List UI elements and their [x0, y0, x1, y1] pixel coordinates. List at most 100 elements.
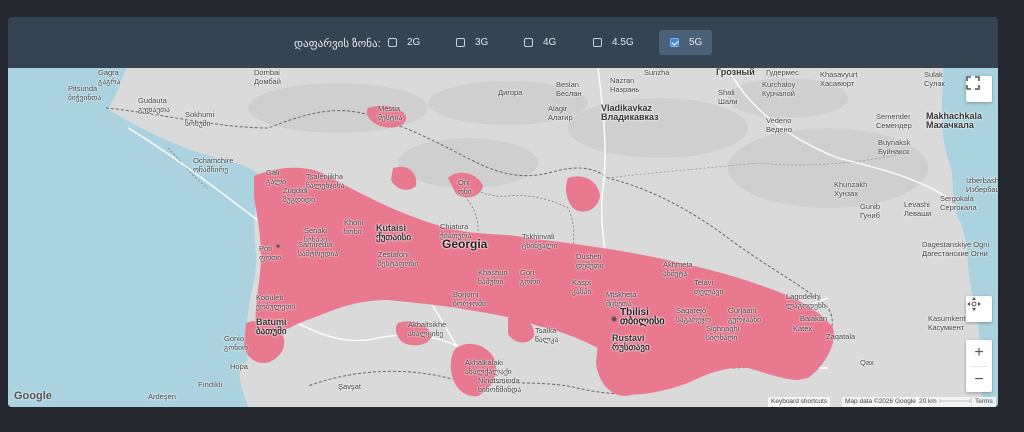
camera-move-icon [967, 297, 981, 311]
place-label: Gudauta გუდაუთა [138, 96, 170, 114]
place-label: Dusheti დუშეთი [576, 252, 604, 270]
place-label: Kurchaloy Курчалой [762, 80, 796, 98]
place-label: Rustavi რუსთავი [612, 333, 650, 352]
coverage-filter-label: დაფარვის ზონა: [294, 38, 381, 50]
place-label: Sighnaghi სიღნაღი [706, 324, 740, 342]
filter-option-label: 4.5G [612, 37, 634, 48]
place-label: Zestafoni ზესტაფონი [378, 250, 419, 268]
place-label: Tskhinvali ცხინვალი [522, 232, 558, 250]
fullscreen-icon [966, 76, 980, 90]
place-label: Ochamchire ოჩამჩირე [193, 156, 234, 174]
checkbox-4g[interactable] [524, 38, 533, 47]
place-label: Makhachkala Махачкала [926, 111, 983, 130]
checkbox-4-5g[interactable] [593, 38, 602, 47]
place-label: Oni ონი [458, 178, 472, 196]
place-label: Kaspi კასპი [572, 278, 592, 296]
place-label: Shali Шали [718, 88, 738, 106]
map-canvas [8, 68, 998, 407]
filter-option-label: 2G [407, 37, 421, 48]
checkbox-2g[interactable] [388, 38, 397, 47]
place-label: Gurjaani გურჯაანი [728, 306, 762, 324]
place-label: Pitsunda ბიჭვინთა [68, 84, 102, 102]
filter-option-label: 4G [543, 37, 557, 48]
place-label: Levashi Леваши [904, 200, 932, 218]
place-label: Alagir Алагир [548, 104, 573, 122]
place-label: Fındıklı [198, 380, 223, 389]
place-label: Gori გორი [520, 268, 541, 286]
place-label: Sagarejo საგარეჯო [676, 306, 711, 324]
place-label: Nazran Назрань [610, 76, 640, 94]
place-label: Qax [860, 358, 874, 367]
zoom-controls: + − [966, 340, 992, 392]
place-label: Akhmeta ახმეტა [663, 260, 693, 278]
filter-option-4-5g[interactable]: 4.5G [593, 30, 645, 55]
coverage-filter-bar: დაფარვის ზონა: 2G 3G 4G 4.5G 5G [8, 17, 998, 68]
camera-control-button[interactable] [966, 296, 992, 322]
place-label: Zaqatala [826, 332, 856, 341]
place-label: Kasumkent Касумкент [928, 314, 966, 332]
country-label: Georgia [442, 237, 488, 251]
capital-dot [611, 316, 617, 322]
place-label: Ninotsminda ნინოწმინდა [478, 376, 522, 394]
place-label: Borjomi ბორჯომი [453, 290, 486, 308]
place-label: Дигора [498, 88, 523, 97]
capital-label: Tbilisi თბილისი [620, 307, 665, 327]
place-label: Sunzha [644, 68, 670, 77]
place-label: Gali გალი [266, 168, 287, 186]
filter-option-label: 5G [689, 37, 703, 48]
checkbox-3g[interactable] [456, 38, 465, 47]
place-label: Vedeno Ведено [766, 116, 792, 134]
place-label: Гудермес [766, 68, 799, 77]
checkbox-5g[interactable] [670, 38, 679, 47]
place-label: Sergokala Сергокала [940, 194, 977, 212]
place-label: Beslan Беслан [556, 80, 582, 98]
place-label: Lagodekhi ლაგოდეხი [786, 292, 826, 310]
place-label: Vladikavkaz Владикавказ [601, 103, 659, 122]
place-label: Kutaisi ქუთაისი [376, 223, 412, 242]
place-label: Dombai Домбай [254, 68, 281, 86]
place-label: Gunib Гуниб [860, 202, 881, 220]
place-label: Ardeşen [148, 392, 176, 401]
place-label: Akhalkalaki ახალქალაქი [465, 358, 512, 376]
place-label: Zugdidi ზუგდიდი [283, 186, 316, 204]
place-label: Tsalka წალკა [535, 326, 559, 344]
zoom-out-button[interactable]: − [966, 367, 992, 392]
place-label: Balakan [800, 314, 828, 323]
place-label: IzberbashИзбербаш [966, 176, 998, 194]
place-label: Semender Семендер [876, 112, 912, 130]
place-label: Şavşat [338, 382, 361, 391]
place-label: Khoni ხონი [344, 218, 364, 236]
place-label: Gagra გაგრა [98, 68, 121, 86]
coverage-panel: დაფარვის ზონა: 2G 3G 4G 4.5G 5G Gagra გა… [8, 17, 998, 407]
place-label: Gonio გონიო [224, 334, 248, 352]
keyboard-shortcuts-link[interactable]: Keyboard shortcuts [768, 397, 831, 407]
place-label: Sulak Сулак [924, 70, 945, 88]
scale-label[interactable]: 20 km [916, 397, 971, 407]
place-label: Sokhumi სოხუმი [185, 110, 215, 128]
place-label: Samtredia სამტრედია [298, 240, 339, 258]
place-label: Khashuri ხაშური [478, 268, 508, 286]
place-label: Khasavyurt Хасавюрт [820, 70, 858, 88]
coverage-map[interactable]: Gagra გაგრა Pitsunda ბიჭვინთა Gudauta გუდაუ… [8, 68, 998, 407]
place-label: Hopa [230, 362, 248, 371]
place-label: Akhaltsikhe ახალციხე [408, 320, 447, 338]
fullscreen-button[interactable] [966, 76, 992, 102]
place-label: Telavi თელავი [694, 278, 724, 296]
google-logo[interactable]: Google [14, 390, 52, 402]
filter-option-4g[interactable]: 4G [524, 30, 570, 55]
place-label: Buynaksk Буйнакск [878, 138, 911, 156]
terms-link[interactable]: Terms [972, 397, 996, 407]
place-label: Mestia მესტია [378, 104, 403, 122]
filter-option-5g[interactable]: 5G [659, 30, 712, 55]
zoom-in-button[interactable]: + [966, 340, 992, 366]
map-data-attribution: Map data ©2026 Google [842, 397, 919, 407]
filter-option-label: 3G [475, 37, 489, 48]
place-label: Poti ფოთი [259, 244, 281, 262]
place-label: Грозный [716, 68, 755, 77]
place-label: Katex [793, 324, 813, 333]
place-label: Dagestanskiye Ogni Дагестанские Огни [922, 240, 990, 258]
filter-option-2g[interactable]: 2G [388, 30, 434, 55]
place-label: Kobuleti ქობულეთი [256, 293, 296, 311]
filter-option-3g[interactable]: 3G [456, 30, 502, 55]
place-label: Mtskheta მცხეთა [606, 290, 637, 308]
